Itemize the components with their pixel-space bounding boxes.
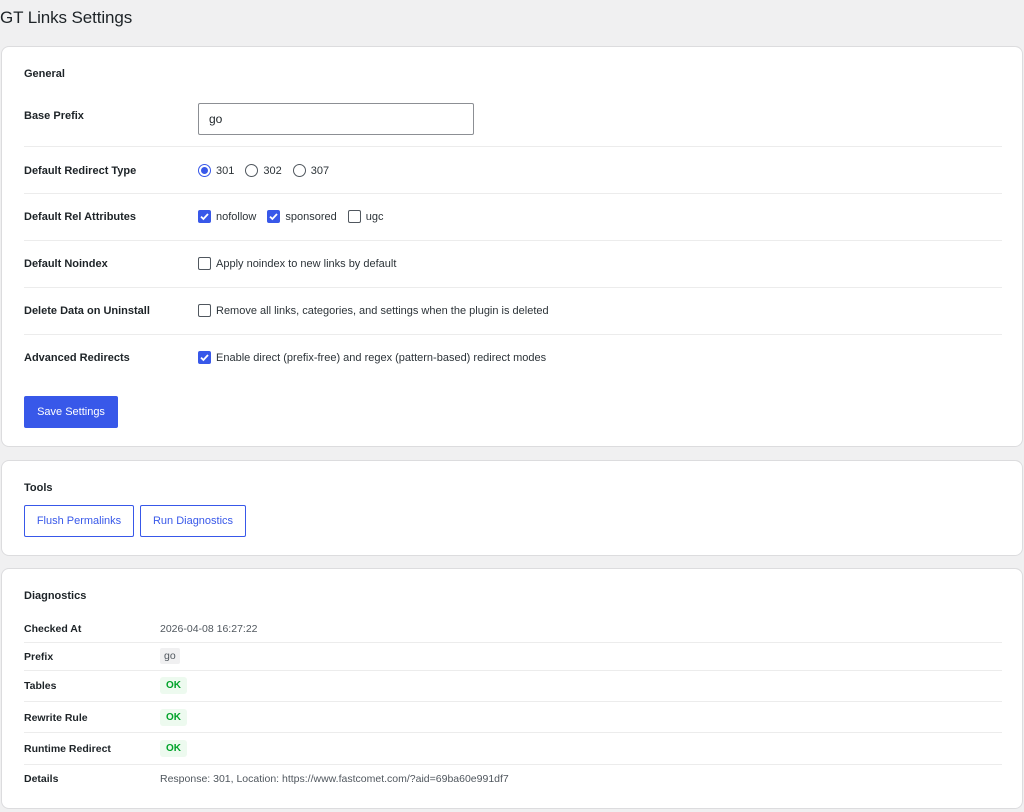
noindex-checkbox[interactable]: [198, 257, 211, 270]
rel-sponsored-checkbox[interactable]: [267, 210, 281, 223]
noindex-option[interactable]: Apply noindex to new links by default: [198, 257, 396, 270]
tools-card: Tools Flush Permalinks Run Diagnostics: [1, 460, 1023, 556]
rel-attributes-row: Default Rel Attributes nofollow sponsore…: [24, 194, 1002, 241]
advanced-redirects-row: Advanced Redirects Enable direct (prefix…: [24, 335, 1002, 382]
redirect-301-label: 301: [216, 164, 235, 177]
redirect-302-option[interactable]: 302: [245, 164, 282, 177]
rel-nofollow-label: nofollow: [216, 210, 257, 223]
diagnostics-heading: Diagnostics: [24, 590, 87, 602]
rel-nofollow-option[interactable]: nofollow: [198, 210, 256, 223]
delete-data-checkbox[interactable]: [198, 304, 211, 317]
advanced-redirects-option-label: Enable direct (prefix-free) and regex (p…: [216, 351, 547, 364]
redirect-type-row: Default Redirect Type 301 302 307: [24, 147, 1002, 194]
rel-sponsored-label: sponsored: [285, 210, 337, 223]
flush-permalinks-button[interactable]: Flush Permalinks: [24, 505, 134, 537]
advanced-redirects-checkbox[interactable]: [198, 351, 211, 364]
save-settings-button[interactable]: Save Settings: [24, 396, 118, 428]
page-title: GT Links Settings: [0, 8, 133, 27]
diag-row-tables: Tables OK: [24, 671, 1002, 702]
advanced-redirects-label: Advanced Redirects: [24, 352, 130, 364]
runtime-redirect-status-badge: OK: [160, 740, 187, 757]
redirect-302-radio[interactable]: [245, 164, 259, 177]
checked-at-label: Checked At: [24, 623, 82, 635]
base-prefix-label: Base Prefix: [24, 110, 84, 122]
rel-ugc-label: ugc: [365, 210, 384, 223]
rel-attributes-label: Default Rel Attributes: [24, 211, 137, 223]
rewrite-rule-label: Rewrite Rule: [24, 712, 88, 724]
base-prefix-input[interactable]: [198, 103, 474, 135]
redirect-301-option[interactable]: 301: [198, 164, 234, 177]
redirect-type-label: Default Redirect Type: [24, 165, 137, 177]
redirect-307-label: 307: [310, 164, 330, 177]
diag-row-prefix: Prefix go: [24, 643, 1002, 671]
delete-data-label: Delete Data on Uninstall: [24, 305, 150, 317]
redirect-307-option[interactable]: 307: [292, 164, 330, 177]
tools-heading: Tools: [24, 482, 53, 494]
noindex-label: Default Noindex: [24, 258, 108, 270]
diag-row-rewrite-rule: Rewrite Rule OK: [24, 702, 1002, 733]
diagnostics-card: Diagnostics Checked At 2026-04-08 16:27:…: [1, 568, 1023, 809]
tables-label: Tables: [24, 680, 57, 692]
delete-data-row: Delete Data on Uninstall Remove all link…: [24, 288, 1002, 335]
rel-ugc-checkbox[interactable]: [347, 210, 361, 223]
general-settings-card: General Base Prefix Default Redirect Typ…: [1, 46, 1023, 447]
advanced-redirects-option[interactable]: Enable direct (prefix-free) and regex (p…: [198, 351, 546, 364]
redirect-307-radio[interactable]: [292, 164, 306, 177]
diag-row-details: Details Response: 301, Location: https:/…: [24, 765, 1002, 793]
rewrite-rule-status-badge: OK: [160, 709, 187, 726]
base-prefix-row: Base Prefix: [24, 101, 1002, 147]
delete-data-option[interactable]: Remove all links, categories, and settin…: [198, 304, 549, 317]
details-label: Details: [24, 773, 59, 785]
diag-row-runtime-redirect: Runtime Redirect OK: [24, 733, 1002, 765]
rel-nofollow-checkbox[interactable]: [198, 210, 211, 223]
tables-status-badge: OK: [160, 677, 187, 694]
run-diagnostics-button[interactable]: Run Diagnostics: [140, 505, 246, 537]
noindex-row: Default Noindex Apply noindex to new lin…: [24, 241, 1002, 288]
prefix-value: go: [160, 648, 180, 664]
redirect-301-radio[interactable]: [198, 164, 211, 177]
delete-data-option-label: Remove all links, categories, and settin…: [216, 304, 549, 317]
noindex-option-label: Apply noindex to new links by default: [216, 257, 397, 270]
general-heading: General: [24, 68, 65, 80]
redirect-302-label: 302: [263, 164, 282, 177]
prefix-label: Prefix: [24, 651, 54, 663]
checked-at-value: 2026-04-08 16:27:22: [160, 623, 258, 635]
rel-sponsored-option[interactable]: sponsored: [267, 210, 337, 223]
runtime-redirect-label: Runtime Redirect: [24, 743, 111, 755]
rel-ugc-option[interactable]: ugc: [347, 210, 384, 223]
details-value: Response: 301, Location: https://www.fas…: [160, 773, 509, 785]
diag-row-checked-at: Checked At 2026-04-08 16:27:22: [24, 615, 1002, 643]
